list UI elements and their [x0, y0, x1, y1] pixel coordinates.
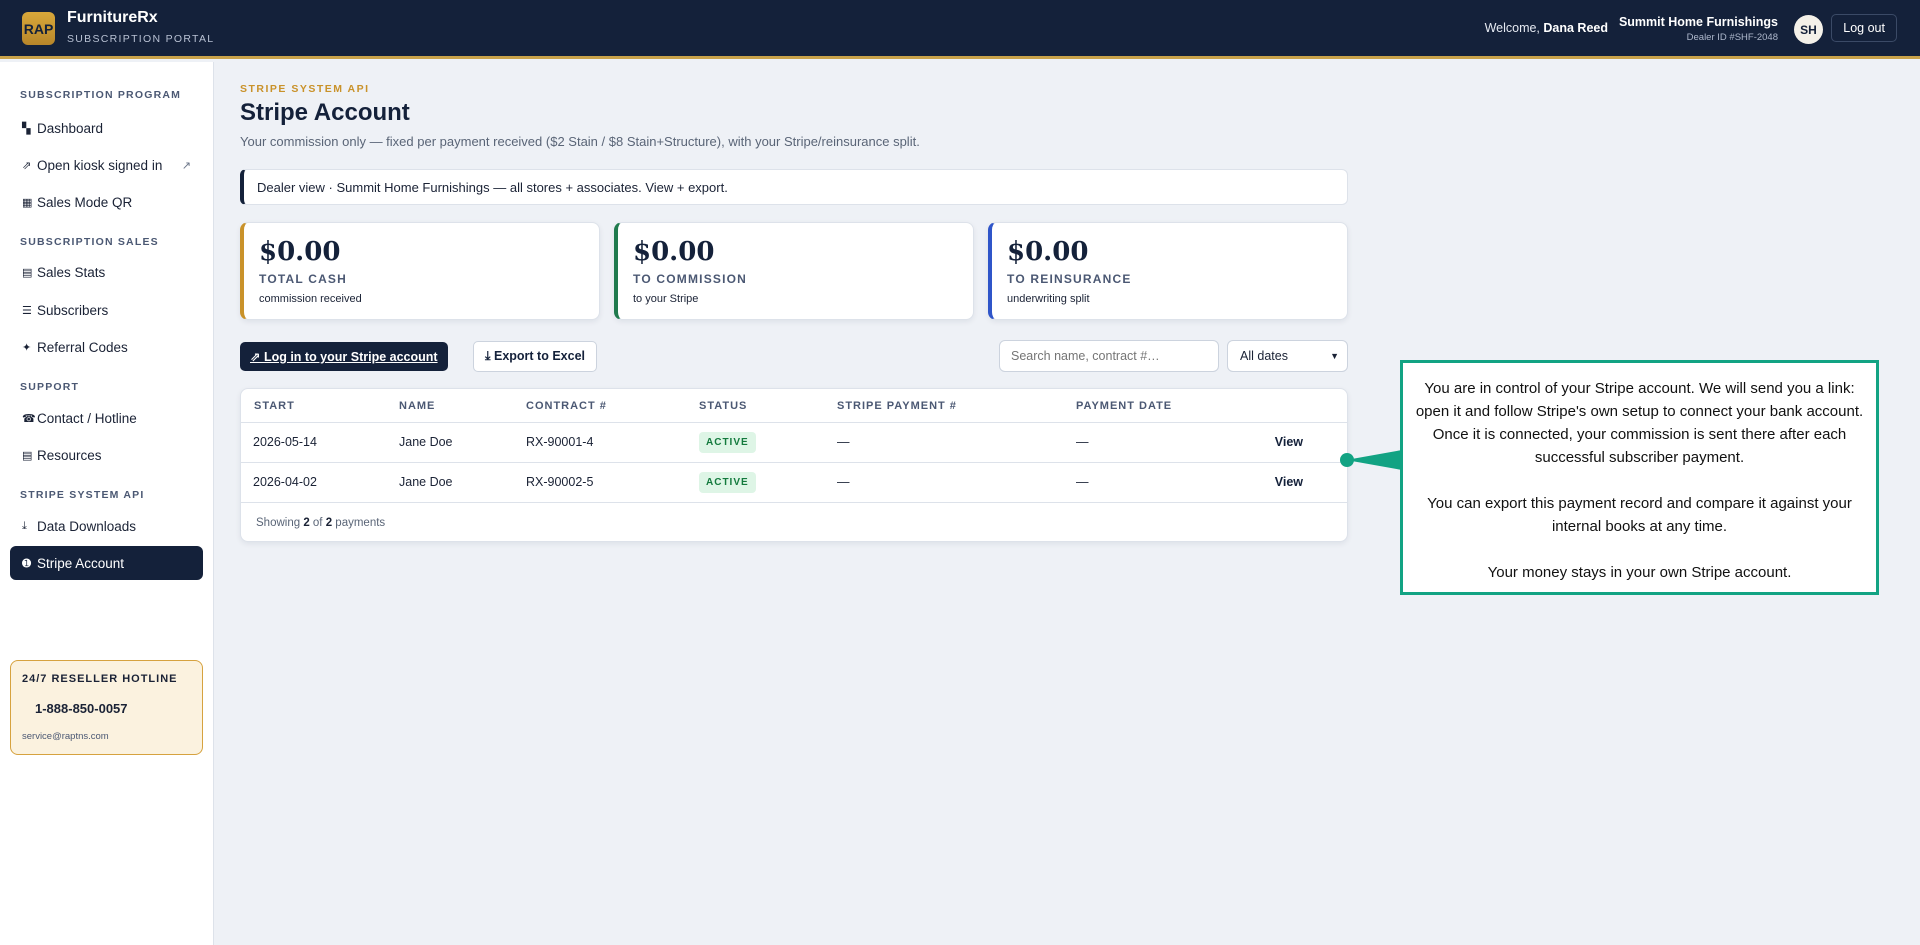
- stat-label: TO REINSURANCE: [1007, 272, 1132, 286]
- view-link[interactable]: View: [1275, 435, 1303, 449]
- table-header: START NAME CONTRACT # STATUS STRIPE PAYM…: [241, 389, 1347, 423]
- sidebar-item-contact-hotline[interactable]: ☎ Contact / Hotline: [10, 401, 203, 435]
- stats-icon: ▤: [22, 266, 33, 279]
- stat-amount: $0.00: [633, 237, 715, 267]
- column-header[interactable]: START: [254, 400, 295, 412]
- sidebar-section-sales: SUBSCRIPTION SALES: [20, 236, 159, 248]
- stat-card-to-commission: $0.00 TO COMMISSION to your Stripe: [614, 222, 974, 320]
- sidebar-section-support: SUPPORT: [20, 381, 80, 393]
- column-header[interactable]: STATUS: [699, 400, 747, 412]
- dealer-id: Dealer ID #SHF-2048: [1686, 32, 1778, 43]
- top-bar: RAP FurnitureRx SUBSCRIPTION PORTAL Welc…: [0, 0, 1920, 59]
- callout-dot: [1340, 453, 1354, 467]
- dealer-info: Summit Home Furnishings Dealer ID #SHF-2…: [1619, 15, 1778, 43]
- sidebar: SUBSCRIPTION PROGRAM ▚ Dashboard ⇗ Open ki…: [0, 62, 214, 945]
- status-badge: ACTIVE: [699, 472, 756, 493]
- page-eyebrow: STRIPE SYSTEM API: [240, 83, 370, 95]
- hotline-card: 24/7 RESELLER HOTLINE 1-888-850-0057 ser…: [10, 660, 203, 755]
- cell-stripe-payment: —: [837, 435, 850, 449]
- sidebar-item-resources[interactable]: ▤ Resources: [10, 438, 203, 472]
- callout-paragraph: Your money stays in your own Stripe acco…: [1487, 564, 1792, 581]
- column-header[interactable]: NAME: [399, 400, 435, 412]
- phone-icon: ☎: [22, 412, 36, 425]
- document-icon: ▤: [22, 449, 33, 462]
- cell-contract: RX-90002-5: [526, 475, 594, 489]
- cell-payment-date: —: [1076, 475, 1089, 489]
- hotline-phone[interactable]: 1-888-850-0057: [35, 701, 128, 716]
- sidebar-item-sales-mode-qr[interactable]: ▦ Sales Mode QR: [10, 185, 203, 219]
- download-icon: ⤓: [22, 519, 27, 532]
- sidebar-item-dashboard[interactable]: ▚ Dashboard: [10, 111, 203, 145]
- sidebar-item-subscribers[interactable]: ☰ Subscribers: [10, 293, 203, 327]
- column-header[interactable]: STRIPE PAYMENT #: [837, 400, 957, 412]
- callout-paragraph: You are in control of your Stripe accoun…: [1415, 380, 1864, 466]
- callout-note: You are in control of your Stripe accoun…: [1400, 360, 1879, 595]
- cell-start: 2026-04-02: [253, 475, 317, 489]
- hotline-email[interactable]: service@raptns.com: [22, 731, 109, 742]
- stat-card-to-reinsurance: $0.00 TO REINSURANCE underwriting split: [988, 222, 1348, 320]
- view-link[interactable]: View: [1275, 475, 1303, 489]
- sidebar-section-program: SUBSCRIPTION PROGRAM: [20, 89, 182, 101]
- open-kiosk-icon: ⇗: [22, 159, 32, 172]
- cell-payment-date: —: [1076, 435, 1089, 449]
- date-filter-select[interactable]: All dates ▼: [1227, 340, 1348, 372]
- qr-icon: ▦: [22, 196, 33, 209]
- sidebar-item-referral-codes[interactable]: ✦ Referral Codes: [10, 330, 203, 364]
- cell-name: Jane Doe: [399, 435, 453, 449]
- column-header[interactable]: CONTRACT #: [526, 400, 607, 412]
- cell-contract: RX-90001-4: [526, 435, 594, 449]
- sidebar-section-stripe: STRIPE SYSTEM API: [20, 489, 145, 501]
- callout-pointer: [1346, 450, 1402, 470]
- logout-button[interactable]: Log out: [1831, 14, 1897, 42]
- page-description: Your commission only — fixed per payment…: [240, 134, 920, 149]
- stat-card-total-cash: $0.00 TOTAL CASH commission received: [240, 222, 600, 320]
- user-name: Dana Reed: [1543, 21, 1608, 35]
- stat-sublabel: to your Stripe: [633, 293, 699, 305]
- external-link-icon: ↗: [181, 159, 191, 172]
- dealer-view-notice: Dealer view · Summit Home Furnishings — …: [240, 169, 1348, 205]
- callout-paragraph: You can export this payment record and c…: [1427, 495, 1852, 535]
- stat-label: TOTAL CASH: [259, 272, 348, 286]
- stat-amount: $0.00: [1007, 237, 1089, 267]
- export-excel-button[interactable]: ⤓ Export to Excel: [473, 341, 597, 372]
- list-icon: ☰: [22, 304, 32, 317]
- welcome-text: Welcome, Dana Reed: [1484, 21, 1608, 35]
- cell-start: 2026-05-14: [253, 435, 317, 449]
- column-header[interactable]: PAYMENT DATE: [1076, 400, 1172, 412]
- cell-name: Jane Doe: [399, 475, 453, 489]
- search-input[interactable]: [999, 340, 1219, 372]
- page-title: Stripe Account: [240, 99, 410, 126]
- cell-stripe-payment: —: [837, 475, 850, 489]
- stripe-icon: ➊: [22, 557, 32, 570]
- stat-sublabel: commission received: [259, 293, 362, 305]
- brand-subtitle: SUBSCRIPTION PORTAL: [67, 33, 215, 45]
- dashboard-icon: ▚: [22, 122, 31, 135]
- sidebar-item-sales-stats[interactable]: ▤ Sales Stats: [10, 255, 203, 289]
- stat-sublabel: underwriting split: [1007, 293, 1090, 305]
- sidebar-item-data-downloads[interactable]: ⤓ Data Downloads: [10, 509, 203, 543]
- payments-table: START NAME CONTRACT # STATUS STRIPE PAYM…: [240, 388, 1348, 542]
- chevron-down-icon: ▼: [1330, 351, 1339, 361]
- avatar[interactable]: SH: [1794, 15, 1823, 44]
- sidebar-item-open-kiosk[interactable]: ⇗ Open kiosk signed in ↗: [10, 148, 203, 182]
- logo: RAP: [22, 12, 55, 45]
- stat-amount: $0.00: [259, 237, 341, 267]
- sparkle-icon: ✦: [22, 341, 32, 354]
- table-footer: Showing 2 of 2 payments: [256, 517, 386, 529]
- brand-name: FurnitureRx: [67, 9, 158, 26]
- dealer-name: Summit Home Furnishings: [1618, 15, 1778, 29]
- status-badge: ACTIVE: [699, 432, 756, 453]
- sidebar-item-stripe-account[interactable]: ➊ Stripe Account: [10, 546, 203, 580]
- table-row[interactable]: 2026-05-14 Jane Doe RX-90001-4 ACTIVE — …: [241, 423, 1347, 463]
- stripe-login-button[interactable]: ⇗ Log in to your Stripe account: [240, 342, 448, 371]
- stat-label: TO COMMISSION: [633, 272, 748, 286]
- hotline-title: 24/7 RESELLER HOTLINE: [22, 673, 178, 685]
- table-row[interactable]: 2026-04-02 Jane Doe RX-90002-5 ACTIVE — …: [241, 463, 1347, 503]
